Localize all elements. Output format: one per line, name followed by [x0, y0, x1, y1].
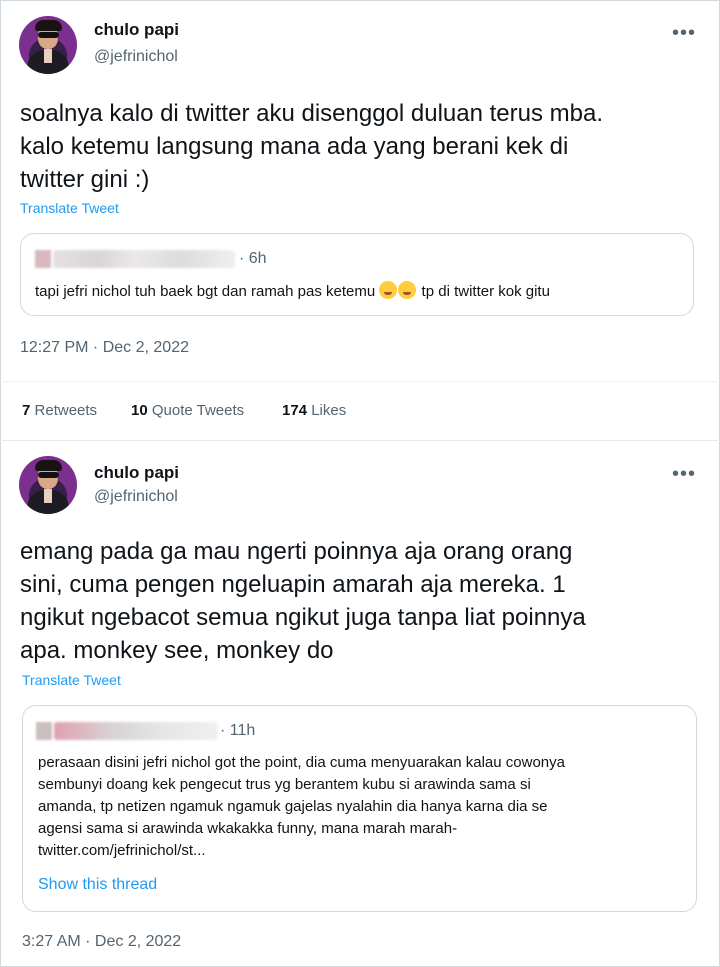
translate-tweet-link[interactable]: Translate Tweet	[20, 200, 119, 216]
tweet[interactable]: chulo papi @jefrinichol ••• soalnya kalo…	[0, 0, 720, 440]
smiling-face-icon	[379, 281, 398, 299]
tweet-text-line: apa. monkey see, monkey do	[20, 637, 334, 664]
tweet-text-line: sini, cuma pengen ngeluapin amarah aja m…	[20, 571, 566, 598]
tweet-text: soalnya kalo di twitter aku disenggol du…	[20, 97, 700, 196]
blurred-avatar	[36, 722, 52, 740]
tweet-timestamp[interactable]: 3:27 AM · Dec 2, 2022	[22, 933, 181, 951]
tweet[interactable]: chulo papi @jefrinichol ••• emang pada g…	[0, 441, 720, 967]
author-name[interactable]: chulo papi	[94, 20, 179, 40]
likes-stat[interactable]: 174 Likes	[282, 402, 346, 419]
blurred-username	[54, 722, 218, 740]
quote-tweets-stat[interactable]: 10 Quote Tweets	[131, 402, 244, 419]
tweet-text-line: twitter gini :)	[20, 166, 150, 193]
quote-time: · 6h	[239, 250, 267, 267]
more-dots-icon[interactable]: •••	[672, 23, 696, 43]
quote-time: · 11h	[220, 722, 256, 739]
divider	[0, 381, 720, 382]
tweet-text-line: soalnya kalo di twitter aku disenggol du…	[20, 100, 604, 127]
more-dots-icon[interactable]: •••	[672, 464, 696, 484]
blurred-avatar	[35, 250, 51, 268]
quote-text: perasaan disini jefri nichol got the poi…	[38, 754, 565, 859]
tweet-timestamp[interactable]: 12:27 PM · Dec 2, 2022	[20, 339, 189, 357]
quoted-tweet[interactable]: · 11h perasaan disini jefri nichol got t…	[22, 705, 697, 912]
quoted-tweet[interactable]: · 6h tapi jefri nichol tuh baek bgt dan …	[20, 233, 694, 316]
tweet-text-line: emang pada ga mau ngerti poinnya aja ora…	[20, 538, 573, 565]
blurred-username	[53, 250, 235, 268]
avatar[interactable]	[19, 456, 77, 514]
tweet-text-line: ngikut ngebacot semua ngikut juga tanpa …	[20, 604, 586, 631]
tweet-text: emang pada ga mau ngerti poinnya aja ora…	[20, 535, 700, 667]
quote-text: tapi jefri nichol tuh baek bgt dan ramah…	[35, 281, 550, 300]
avatar[interactable]	[19, 16, 77, 74]
retweets-stat[interactable]: 7 Retweets	[22, 402, 97, 419]
tweet-text-line: kalo ketemu langsung mana ada yang beran…	[20, 133, 569, 160]
author-handle[interactable]: @jefrinichol	[94, 48, 178, 66]
author-handle[interactable]: @jefrinichol	[94, 488, 178, 506]
author-name[interactable]: chulo papi	[94, 463, 179, 483]
yum-face-icon	[398, 281, 417, 299]
translate-tweet-link[interactable]: Translate Tweet	[22, 672, 121, 688]
show-thread-link[interactable]: Show this thread	[38, 876, 157, 894]
